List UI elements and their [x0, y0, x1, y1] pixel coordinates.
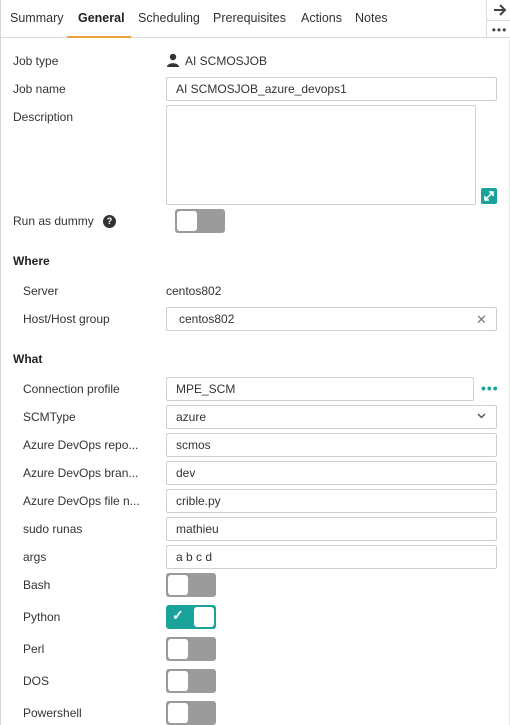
arrow-right-icon[interactable] — [487, 0, 510, 20]
perl-toggle[interactable] — [166, 637, 216, 661]
description-textarea[interactable] — [166, 105, 476, 205]
bash-toggle[interactable] — [166, 573, 216, 597]
server-label: Server — [23, 284, 59, 298]
connection-profile-input[interactable]: MPE_SCM — [166, 377, 474, 401]
description-label: Description — [13, 110, 74, 124]
connection-profile-label: Connection profile — [23, 382, 120, 396]
chevron-down-icon[interactable] — [477, 413, 486, 419]
what-section-title: What — [13, 352, 43, 366]
args-label: args — [23, 550, 47, 564]
expand-icon[interactable] — [481, 188, 497, 204]
powershell-label: Powershell — [23, 706, 82, 720]
sudo-runas-input[interactable]: mathieu — [166, 517, 497, 541]
scmtype-select[interactable]: azure — [166, 405, 497, 429]
tab-summary[interactable]: Summary — [10, 11, 63, 25]
tab-prerequisites[interactable]: Prerequisites — [213, 11, 286, 25]
scmtype-label: SCMType — [23, 410, 76, 424]
user-icon — [167, 53, 179, 67]
job-properties-panel: Summary General Scheduling Prerequisites… — [0, 0, 510, 725]
run-as-dummy-toggle[interactable] — [175, 209, 225, 233]
azure-branch-label: Azure DevOps bran... — [23, 466, 139, 480]
tab-actions[interactable]: Actions — [301, 11, 342, 25]
run-as-dummy-label: Run as dummy — [13, 214, 94, 228]
active-tab-indicator — [67, 36, 131, 38]
azure-repo-input[interactable]: scmos — [166, 433, 497, 457]
dos-label: DOS — [23, 674, 50, 688]
powershell-toggle[interactable] — [166, 701, 216, 725]
job-name-input[interactable]: AI SCMOSJOB_azure_devops1 — [166, 77, 497, 101]
python-label: Python — [23, 610, 61, 624]
azure-repo-label: Azure DevOps repo... — [23, 438, 139, 452]
where-section-title: Where — [13, 254, 50, 268]
perl-label: Perl — [23, 642, 45, 656]
azure-file-label: Azure DevOps file n... — [23, 494, 140, 508]
more-dots-icon[interactable]: ••• — [487, 20, 510, 38]
bash-label: Bash — [23, 578, 51, 592]
job-type-label: Job type — [13, 54, 59, 68]
server-value: centos802 — [166, 284, 222, 298]
args-input[interactable]: a b c d — [166, 545, 497, 569]
host-group-input[interactable]: centos802 — [166, 307, 497, 331]
connection-profile-more-icon[interactable]: ••• — [481, 380, 499, 396]
tab-bar: Summary General Scheduling Prerequisites… — [1, 0, 486, 38]
sudo-runas-label: sudo runas — [23, 522, 83, 536]
azure-file-input[interactable]: crible.py — [166, 489, 497, 513]
job-type-value: AI SCMOSJOB — [185, 54, 268, 68]
tab-scheduling[interactable]: Scheduling — [138, 11, 200, 25]
check-icon: ✓ — [172, 607, 184, 623]
job-name-label: Job name — [13, 82, 66, 96]
tab-notes[interactable]: Notes — [355, 11, 388, 25]
scmtype-value: azure — [176, 410, 207, 424]
dos-toggle[interactable] — [166, 669, 216, 693]
host-group-value: centos802 — [179, 312, 235, 326]
side-toolbar: ••• — [486, 0, 510, 38]
host-group-label: Host/Host group — [23, 312, 110, 326]
help-icon[interactable]: ? — [103, 215, 116, 228]
clear-icon[interactable]: ✕ — [476, 312, 487, 328]
python-toggle[interactable]: ✓ — [166, 605, 216, 629]
tab-general[interactable]: General — [78, 11, 125, 25]
azure-branch-input[interactable]: dev — [166, 461, 497, 485]
